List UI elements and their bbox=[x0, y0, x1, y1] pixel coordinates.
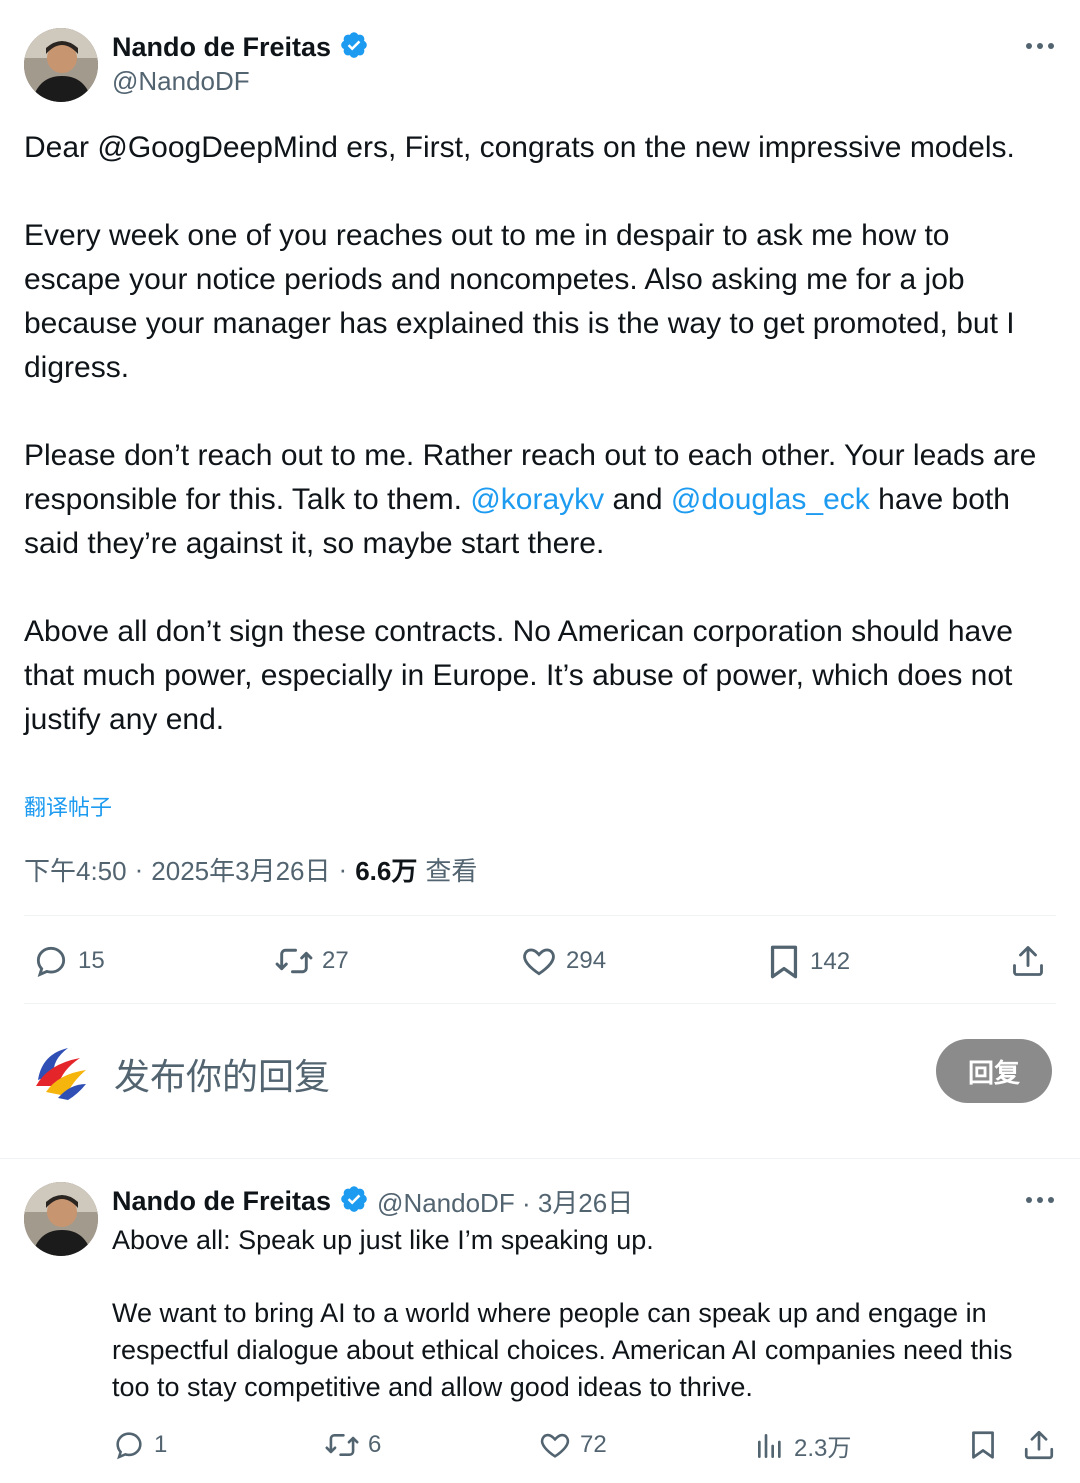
share-icon bbox=[1010, 942, 1046, 980]
reply-handle-date[interactable]: @NandoDF · 3月26日 bbox=[377, 1183, 633, 1220]
reply-reply-action[interactable]: 1 bbox=[112, 1428, 167, 1462]
divider bbox=[24, 915, 1056, 916]
share-action[interactable] bbox=[1010, 942, 1046, 980]
like-count: 294 bbox=[566, 947, 607, 974]
author-avatar[interactable] bbox=[24, 28, 98, 102]
like-action[interactable]: 294 bbox=[520, 942, 606, 980]
divider bbox=[24, 1003, 1056, 1004]
reply-icon bbox=[32, 942, 70, 980]
retweet-count: 27 bbox=[322, 947, 349, 974]
paragraph-text: and bbox=[604, 483, 671, 516]
tweet-paragraph-4: Above all don’t sign these contracts. No… bbox=[24, 615, 1013, 736]
like-count: 72 bbox=[580, 1431, 607, 1458]
current-user-avatar[interactable] bbox=[28, 1040, 92, 1104]
like-icon bbox=[520, 942, 558, 980]
reply-count: 1 bbox=[154, 1431, 168, 1458]
tweet-meta: 下午4:50 · 2025年3月26日 · 6.6万 查看 bbox=[24, 851, 477, 888]
verified-badge-icon bbox=[339, 1184, 369, 1219]
reply-line-1: Above all: Speak up just like I’m speaki… bbox=[112, 1225, 654, 1255]
reply-icon bbox=[112, 1428, 146, 1462]
more-icon[interactable] bbox=[1024, 1190, 1056, 1215]
tweet-paragraph-1: Dear @GoogDeepMind ers, First, congrats … bbox=[24, 131, 1015, 164]
views-count: 2.3万 bbox=[794, 1435, 852, 1462]
more-icon[interactable] bbox=[1024, 36, 1056, 61]
retweet-action[interactable]: 27 bbox=[274, 942, 349, 980]
tweet-date[interactable]: 2025年3月26日 bbox=[151, 851, 330, 888]
reply-count: 15 bbox=[78, 947, 105, 974]
reply-text: Above all: Speak up just like I’m speaki… bbox=[112, 1222, 1052, 1406]
bookmark-count: 142 bbox=[810, 948, 851, 975]
mention-link-douglas-eck[interactable]: @douglas_eck bbox=[671, 483, 870, 516]
reply-share-action[interactable] bbox=[1022, 1428, 1056, 1462]
reply-author-avatar[interactable] bbox=[24, 1182, 98, 1256]
views-icon bbox=[754, 1429, 786, 1463]
translate-post-link[interactable]: 翻译帖子 bbox=[24, 790, 112, 822]
reply-author-name[interactable]: Nando de Freitas bbox=[112, 1186, 331, 1217]
bookmark-icon bbox=[766, 942, 802, 982]
tweet-paragraph-2: Every week one of you reaches out to me … bbox=[24, 219, 1015, 384]
like-icon bbox=[538, 1428, 572, 1462]
reply-line-2: We want to bring AI to a world where peo… bbox=[112, 1298, 1013, 1402]
tweet-text: Dear @GoogDeepMind ers, First, congrats … bbox=[24, 126, 1054, 742]
retweet-icon bbox=[324, 1428, 360, 1462]
meta-separator: · bbox=[338, 854, 348, 884]
divider bbox=[0, 1158, 1080, 1159]
reply-action[interactable]: 15 bbox=[32, 942, 105, 980]
author-handle[interactable]: @NandoDF bbox=[112, 66, 250, 97]
share-icon bbox=[1022, 1428, 1056, 1462]
verified-badge-icon bbox=[339, 30, 369, 65]
reply-compose-input[interactable]: 发布你的回复 bbox=[114, 1048, 330, 1100]
bookmark-action[interactable]: 142 bbox=[766, 942, 850, 982]
reply-bookmark-action[interactable] bbox=[968, 1428, 998, 1462]
views-label: 查看 bbox=[425, 856, 478, 886]
retweet-icon bbox=[274, 942, 314, 980]
author-name[interactable]: Nando de Freitas bbox=[112, 32, 331, 63]
tweet-paragraph-3: Please don’t reach out to me. Rather rea… bbox=[24, 434, 1054, 566]
reply-button[interactable]: 回复 bbox=[936, 1039, 1052, 1103]
reply-like-action[interactable]: 72 bbox=[538, 1428, 607, 1462]
reply-views-action[interactable]: 2.3万 bbox=[754, 1428, 851, 1463]
reply-retweet-action[interactable]: 6 bbox=[324, 1428, 381, 1462]
bookmark-icon bbox=[968, 1428, 998, 1462]
views-count: 6.6万 bbox=[355, 856, 418, 886]
retweet-count: 6 bbox=[368, 1431, 382, 1458]
tweet-time[interactable]: 下午4:50 bbox=[24, 851, 127, 888]
meta-separator: · bbox=[134, 854, 144, 884]
mention-link-koraykv[interactable]: @koraykv bbox=[470, 483, 604, 516]
